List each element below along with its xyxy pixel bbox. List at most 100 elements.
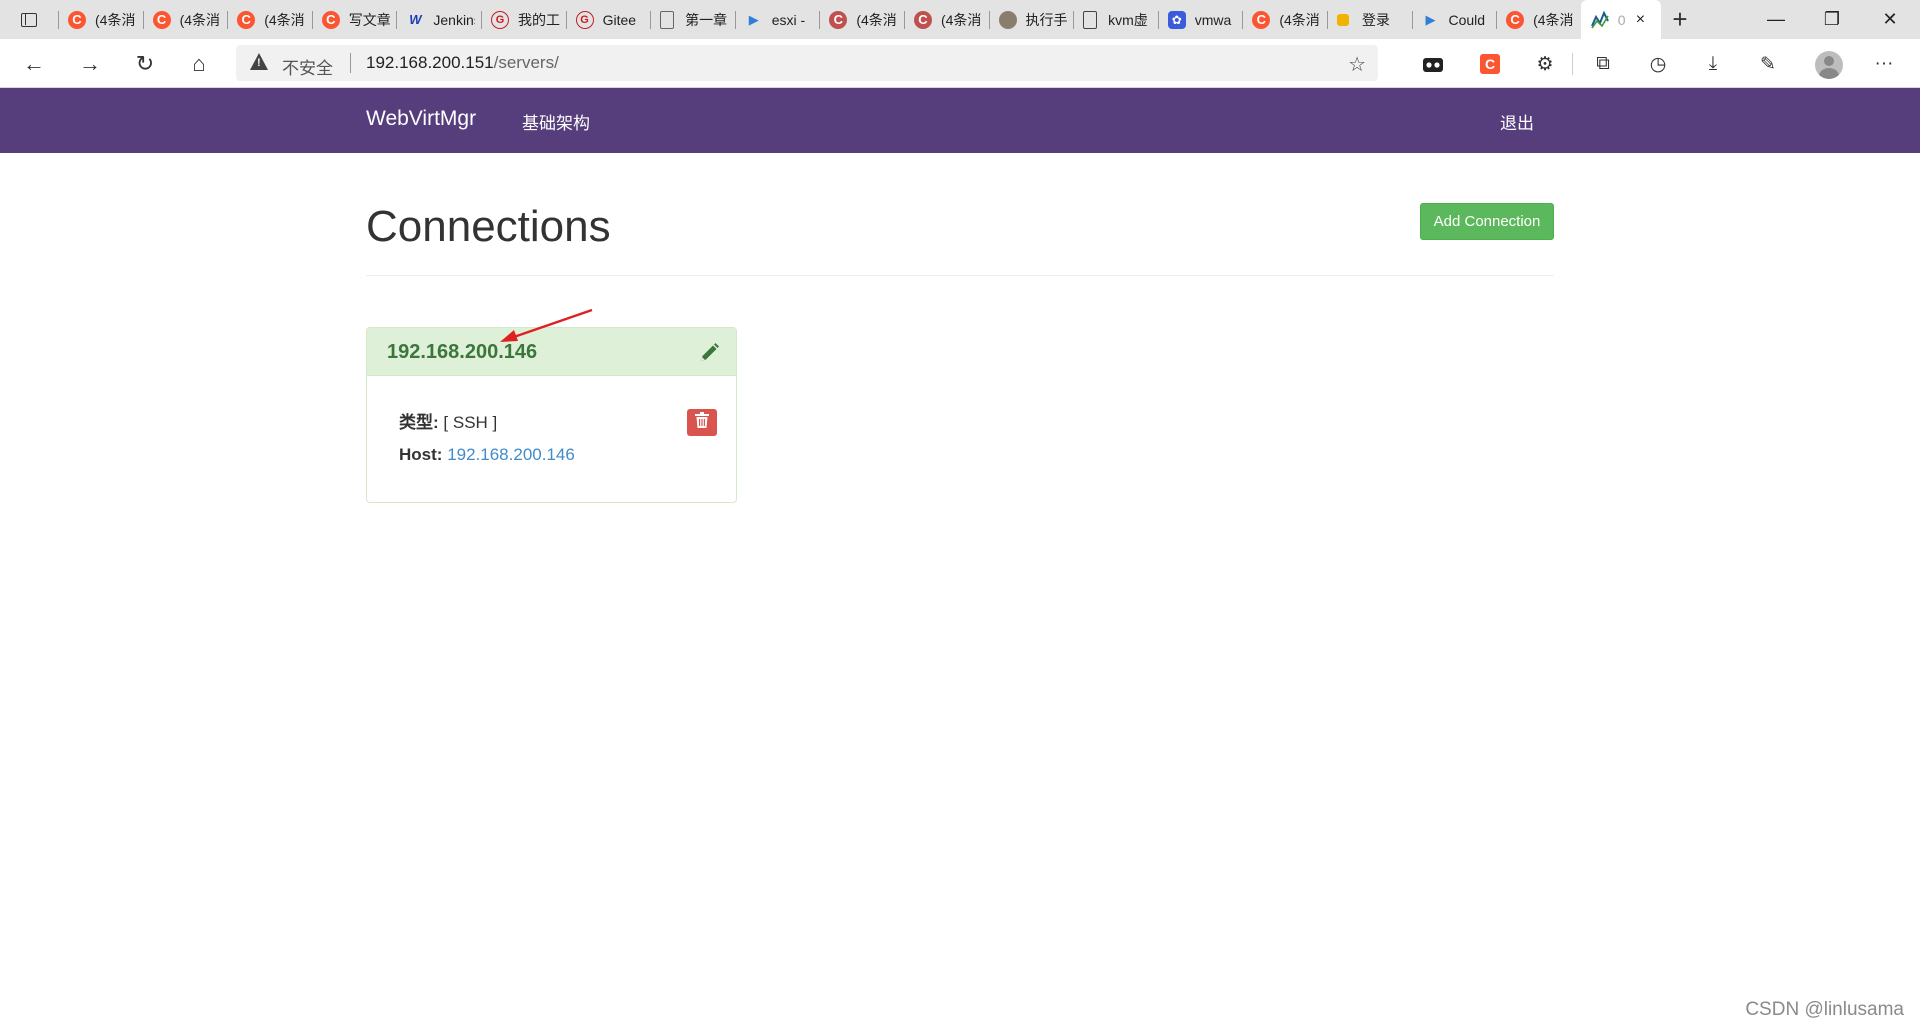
browser-tab[interactable]: kvm虚 [1073, 0, 1158, 39]
not-secure-label[interactable]: 不安全 [282, 54, 333, 79]
browser-tab-label: (4条消 [1279, 11, 1320, 28]
browser-tab[interactable]: C (4条消 [819, 0, 904, 39]
trash-icon [695, 412, 709, 433]
add-connection-button[interactable]: Add Connection [1420, 203, 1554, 240]
logout-link[interactable]: 退出 [1500, 109, 1534, 134]
browser-tab[interactable]: ✿ vmwa [1157, 0, 1243, 39]
bing-favicon-icon: ▶ [1425, 11, 1436, 27]
gitee-favicon-icon: G [575, 10, 594, 29]
extensions-puzzle-icon[interactable]: ⚙ [1532, 51, 1558, 77]
close-tab-icon[interactable]: × [1636, 11, 1645, 29]
browser-tab[interactable]: ▶ esxi - [734, 0, 820, 39]
browser-toolbar: ← → ↻ ⌂ 不安全 192.168.200.151/servers/ ☆ C… [0, 39, 1920, 88]
browser-tab-label: (4条消 [264, 11, 305, 28]
address-bar[interactable]: 不安全 192.168.200.151/servers/ ☆ [236, 45, 1378, 81]
csdn-favicon-icon: C [237, 10, 256, 29]
brand-link[interactable]: WebVirtMgr [366, 107, 476, 131]
yellow-favicon-icon [1336, 13, 1349, 26]
browser-tab[interactable]: C (4条消 [58, 0, 143, 39]
tab-actions-menu-icon[interactable] [14, 6, 44, 34]
type-label: 类型: [399, 413, 439, 432]
feedback-icon[interactable]: ✎ [1755, 51, 1781, 77]
browser-tab[interactable]: C (4条消 [227, 0, 312, 39]
new-tab-button[interactable]: + [1664, 4, 1696, 36]
host-label: Host: [399, 445, 443, 464]
browser-tab[interactable]: C (4条消 [142, 0, 228, 39]
browser-tab-label: 0 [1617, 11, 1626, 28]
csdn-favicon-icon: C [913, 10, 932, 29]
browser-tab[interactable]: G Gitee [565, 0, 651, 39]
csdn-extension-icon[interactable]: C [1477, 51, 1503, 77]
csdn-favicon-icon: C [829, 10, 848, 29]
collections-icon[interactable]: ⧉ [1590, 51, 1616, 77]
browser-tab-label: Jenkins [433, 11, 475, 28]
browser-tab-label: Could [1448, 11, 1486, 28]
browser-tab-label: (4条消 [940, 11, 982, 28]
bing-favicon-icon: ▶ [748, 11, 759, 27]
host-link[interactable]: 192.168.200.146 [447, 445, 575, 464]
browser-tab[interactable]: C (4条消 [1242, 0, 1327, 39]
pencil-icon[interactable] [698, 342, 720, 364]
url-host: 192.168.200.151 [366, 53, 494, 72]
browser-tab-label: Gitee [602, 11, 637, 28]
csdn-favicon-icon: C [68, 10, 86, 29]
browser-tab[interactable]: ▶ Could [1411, 0, 1497, 39]
connection-type-row: 类型: [ SSH ] [399, 408, 497, 433]
browser-tab[interactable]: W Jenkins [396, 0, 481, 39]
browser-tab-label: kvm虚 [1108, 11, 1148, 28]
browser-tab-label: (4条消 [1533, 11, 1574, 28]
browser-tab-label: 写文章 [348, 11, 391, 28]
webvirtmgr-favicon-icon [1590, 10, 1609, 29]
refresh-icon[interactable]: ↻ [129, 48, 161, 80]
csdn-favicon-icon: C [1506, 10, 1525, 29]
extension-icon[interactable] [1420, 51, 1446, 77]
browser-tab[interactable]: C (4条消 [903, 0, 989, 39]
app-navbar: WebVirtMgr 基础架构 退出 [0, 88, 1920, 153]
page-header: Connections Add Connection [366, 198, 1554, 276]
browser-tab-label: vmwa [1194, 11, 1232, 28]
back-arrow-icon[interactable]: ← [18, 48, 50, 80]
add-favorite-star-icon[interactable]: ☆ [1348, 52, 1366, 77]
csdn-favicon-icon: C [1252, 10, 1271, 29]
page-favicon-icon [660, 10, 675, 29]
page-favicon-icon [1083, 10, 1098, 29]
url-text[interactable]: 192.168.200.151/servers/ [366, 53, 559, 73]
forward-arrow-icon[interactable]: → [74, 48, 106, 80]
url-path: /servers/ [493, 53, 559, 72]
svg-text:C: C [1485, 56, 1495, 72]
minimize-button[interactable]: — [1748, 0, 1804, 39]
delete-connection-button[interactable] [687, 409, 717, 436]
browser-tab-label: (4条消 [179, 11, 221, 28]
csdn-favicon-icon: C [321, 10, 340, 29]
browser-tab[interactable]: 执行手 [988, 0, 1074, 39]
annotation-arrow-icon [500, 308, 593, 342]
browser-tab[interactable]: C (4条消 [1496, 0, 1581, 39]
profile-avatar[interactable] [1815, 51, 1843, 79]
downloads-icon[interactable]: ⤓ [1700, 51, 1726, 77]
not-secure-warning-icon[interactable] [250, 53, 268, 70]
browser-tab-label: 登录 [1361, 11, 1390, 28]
gitee-favicon-icon: G [490, 10, 509, 29]
browser-tab[interactable]: G 我的工 [480, 0, 566, 39]
connection-card: 192.168.200.146 类型: [ SSH ] Host: 192.16… [366, 327, 737, 503]
connection-name-link[interactable]: 192.168.200.146 [387, 341, 537, 364]
type-value: [ SSH ] [443, 413, 498, 432]
w-favicon-icon: W [409, 12, 422, 27]
restore-button[interactable]: ❐ [1804, 0, 1860, 39]
browser-tab-strip: C (4条消 C (4条消 C (4条消 C 写文章 W Jenkins G 我的工 G Gitee 第一章… [0, 0, 1920, 39]
connection-host-row: Host: 192.168.200.146 [399, 445, 575, 465]
more-menu-icon[interactable]: ··· [1871, 51, 1897, 77]
browser-tab[interactable]: 登录 [1326, 0, 1412, 39]
toolbar-divider [1572, 53, 1573, 75]
home-icon[interactable]: ⌂ [183, 48, 215, 80]
browser-tab[interactable]: C 写文章 [311, 0, 397, 39]
csdn-favicon-icon: C [152, 10, 171, 29]
close-window-button[interactable]: ✕ [1862, 0, 1918, 39]
history-icon[interactable]: ◷ [1645, 51, 1671, 77]
browser-tab-label: 我的工 [517, 11, 560, 28]
browser-tab-label: esxi - [771, 11, 806, 28]
browser-tab-active[interactable]: 0 × [1580, 0, 1661, 39]
nav-infrastructure-link[interactable]: 基础架构 [522, 109, 590, 134]
browser-tab[interactable]: 第一章 [650, 0, 735, 39]
browser-tab-label: 执行手 [1025, 11, 1068, 28]
